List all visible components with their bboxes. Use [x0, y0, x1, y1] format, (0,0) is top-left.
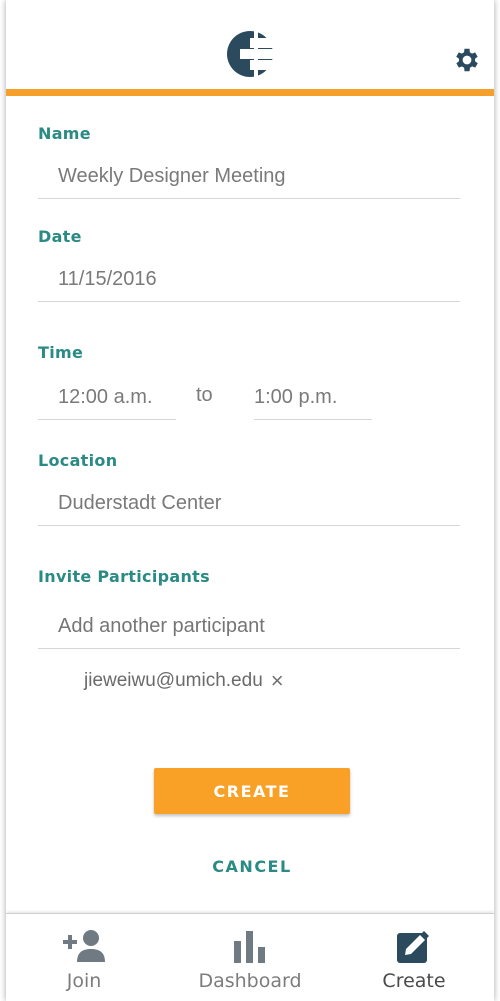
nav-label-dashboard: Dashboard — [198, 970, 302, 992]
nav-item-join[interactable]: Join — [14, 914, 154, 1001]
nav-item-dashboard[interactable]: Dashboard — [180, 914, 320, 1001]
location-label: Location — [38, 451, 118, 470]
name-label: Name — [38, 124, 91, 143]
date-label: Date — [38, 227, 82, 246]
participant-input[interactable] — [38, 605, 460, 649]
start-time-field[interactable] — [38, 376, 176, 420]
nav-label-create: Create — [382, 970, 446, 992]
bar-chart-icon — [226, 926, 274, 966]
date-field[interactable] — [38, 258, 460, 302]
app-logo-icon — [227, 30, 274, 78]
gear-icon[interactable] — [452, 45, 482, 75]
nav-label-join: Join — [66, 970, 102, 992]
time-separator: to — [196, 384, 213, 406]
create-button[interactable]: CREATE — [154, 768, 350, 814]
header-accent-bar — [6, 89, 494, 96]
bottom-navigation: Join Dashboard Create — [6, 913, 494, 1001]
end-time-field[interactable] — [254, 376, 372, 420]
location-field[interactable] — [38, 482, 460, 526]
participant-chip: jieweiwu@umich.edu × — [84, 668, 284, 694]
name-field[interactable] — [38, 155, 460, 199]
cancel-button[interactable]: CANCEL — [154, 850, 350, 882]
app-header — [6, 0, 494, 96]
nav-item-create[interactable]: Create — [344, 914, 484, 1001]
participants-label: Invite Participants — [38, 567, 210, 586]
app-frame: Name Date Time to Location Invite Partic… — [6, 0, 494, 1001]
time-label: Time — [38, 343, 84, 362]
add-person-icon — [60, 926, 108, 966]
edit-icon — [390, 926, 438, 966]
remove-participant-icon[interactable]: × — [271, 670, 284, 692]
participant-email: jieweiwu@umich.edu — [84, 670, 263, 691]
